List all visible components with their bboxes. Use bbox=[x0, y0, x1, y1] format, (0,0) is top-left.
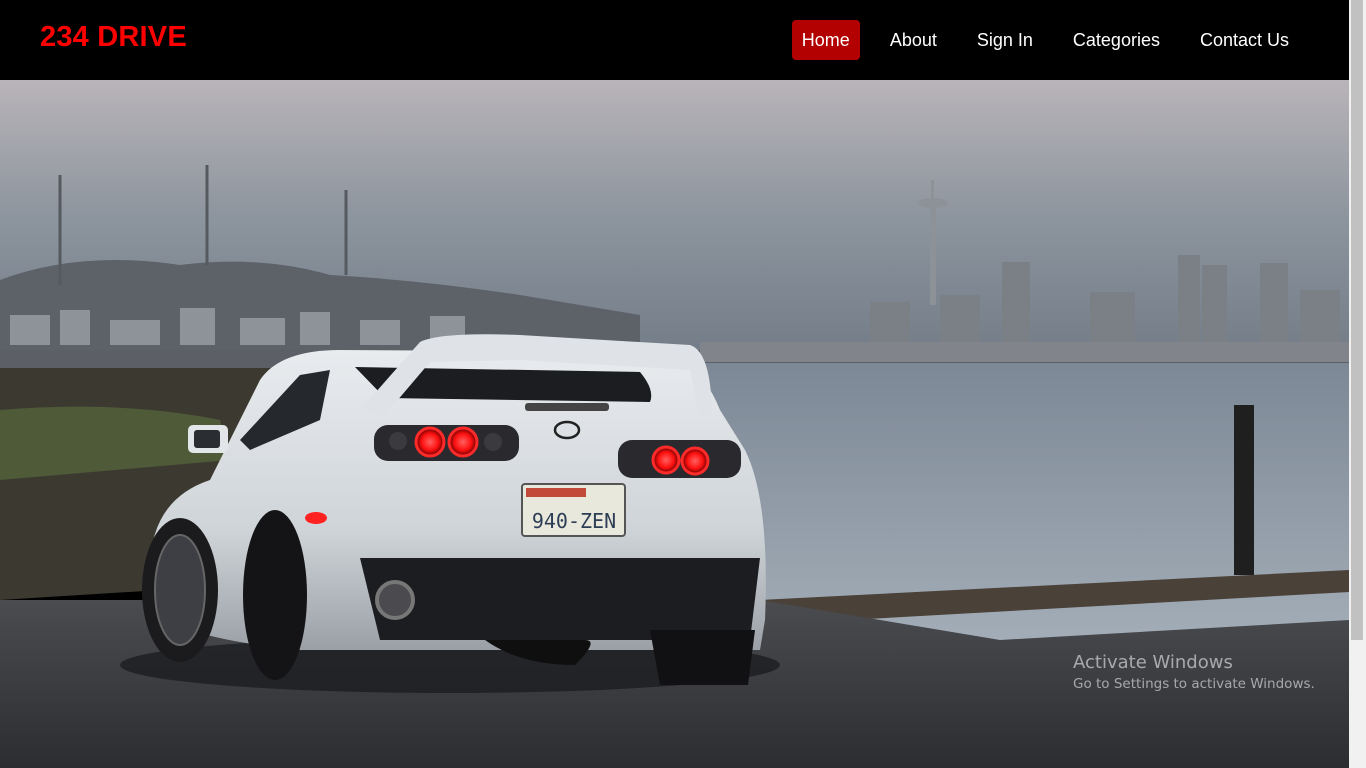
nav-sign-in-link[interactable]: Sign In bbox=[967, 20, 1043, 60]
brand-logo[interactable]: 234 DRIVE bbox=[40, 21, 187, 54]
license-plate-text: 940-ZEN bbox=[532, 509, 616, 533]
nav-about-link[interactable]: About bbox=[880, 20, 947, 60]
watermark-title: Activate Windows bbox=[1073, 652, 1233, 673]
windows-activation-watermark: Activate Windows Go to Settings to activ… bbox=[1073, 652, 1315, 692]
nav-home-link[interactable]: Home bbox=[791, 20, 860, 60]
top-navbar: 234 DRIVE Home About Sign In Categories … bbox=[0, 0, 1349, 80]
watermark-subtitle: Go to Settings to activate Windows. bbox=[1073, 676, 1315, 692]
nav-menu: Home About Sign In Categories Contact Us bbox=[772, 20, 1299, 60]
nav-contact-us-link[interactable]: Contact Us bbox=[1190, 20, 1299, 60]
nav-categories-link[interactable]: Categories bbox=[1063, 20, 1170, 60]
scrollbar-thumb[interactable] bbox=[1351, 0, 1363, 640]
